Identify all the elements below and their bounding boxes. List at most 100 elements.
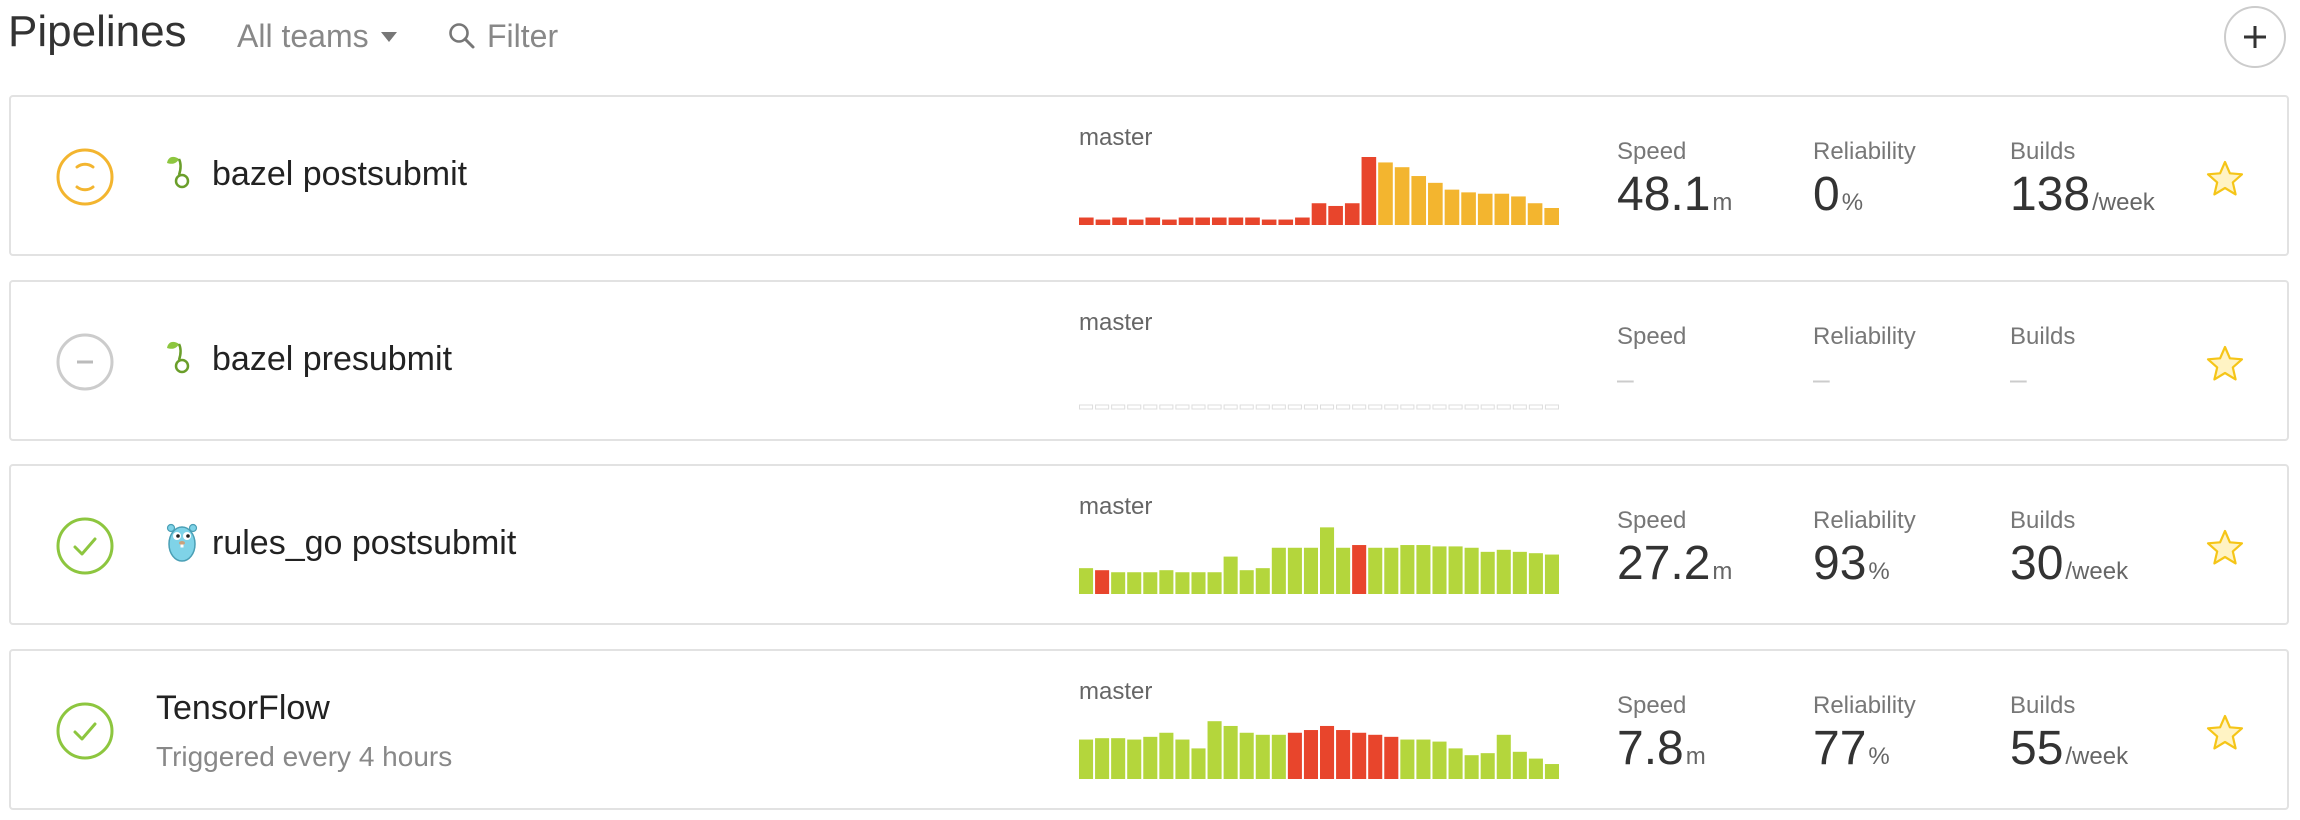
build-bar-empty[interactable] — [1175, 404, 1190, 410]
build-bar-failed[interactable] — [1384, 736, 1399, 779]
build-bar-passed[interactable] — [1528, 553, 1543, 594]
build-bar-running[interactable] — [1511, 196, 1526, 225]
build-bar-empty[interactable] — [1207, 404, 1222, 410]
filter-input[interactable]: Filter — [447, 16, 558, 56]
pipeline-row[interactable]: rules_go postsubmit master Speed 27.2m Re… — [9, 464, 2289, 625]
build-bar-failed[interactable] — [1320, 725, 1335, 779]
pipeline-row[interactable]: bazel postsubmit master Speed 48.1m Relia… — [9, 95, 2289, 256]
build-bar-passed[interactable] — [1175, 572, 1190, 594]
build-bar-failed[interactable] — [1195, 217, 1210, 225]
build-bar-empty[interactable] — [1127, 404, 1142, 410]
build-bar-passed[interactable] — [1079, 739, 1094, 779]
build-bar-empty[interactable] — [1320, 404, 1335, 410]
build-bar-passed[interactable] — [1255, 734, 1270, 779]
build-bar-passed[interactable] — [1207, 572, 1222, 594]
build-bar-passed[interactable] — [1159, 570, 1174, 594]
build-bar-passed[interactable] — [1464, 755, 1479, 779]
teams-dropdown[interactable]: All teams — [237, 16, 397, 56]
build-bar-failed[interactable] — [1303, 730, 1318, 779]
build-bar-passed[interactable] — [1095, 738, 1110, 779]
build-bar-empty[interactable] — [1432, 404, 1447, 410]
build-bar-empty[interactable] — [1496, 404, 1511, 410]
build-bar-passed[interactable] — [1127, 572, 1142, 594]
build-bar-empty[interactable] — [1512, 404, 1527, 410]
build-bar-passed[interactable] — [1303, 547, 1318, 594]
build-bar-failed[interactable] — [1245, 217, 1260, 225]
build-bar-passed[interactable] — [1400, 545, 1415, 594]
build-bar-passed[interactable] — [1384, 547, 1399, 594]
build-bar-failed[interactable] — [1295, 217, 1310, 225]
star-icon[interactable] — [2205, 159, 2245, 199]
build-bar-failed[interactable] — [1128, 219, 1144, 225]
build-bar-passed[interactable] — [1079, 568, 1094, 594]
build-bar-passed[interactable] — [1191, 748, 1206, 779]
build-bar-empty[interactable] — [1223, 404, 1238, 410]
build-bar-failed[interactable] — [1145, 217, 1161, 225]
build-bar-passed[interactable] — [1432, 741, 1447, 779]
build-bar-empty[interactable] — [1528, 404, 1543, 410]
build-bar-empty[interactable] — [1352, 404, 1367, 410]
build-bar-passed[interactable] — [1528, 758, 1543, 779]
star-icon[interactable] — [2205, 528, 2245, 568]
build-bar-passed[interactable] — [1496, 549, 1511, 594]
build-bar-passed[interactable] — [1432, 546, 1447, 594]
build-bar-failed[interactable] — [1261, 219, 1277, 225]
build-bar-passed[interactable] — [1480, 753, 1495, 779]
pipeline-name[interactable]: bazel postsubmit — [212, 152, 467, 196]
build-bar-running[interactable] — [1477, 193, 1493, 225]
build-bar-passed[interactable] — [1512, 751, 1527, 779]
build-bar-passed[interactable] — [1143, 736, 1158, 779]
pipeline-name[interactable]: TensorFlow — [156, 686, 330, 730]
build-bar-failed[interactable] — [1352, 732, 1367, 779]
build-bar-failed[interactable] — [1344, 203, 1360, 225]
build-bar-passed[interactable] — [1416, 545, 1431, 594]
build-bar-running[interactable] — [1527, 203, 1543, 225]
build-bar-passed[interactable] — [1111, 738, 1126, 779]
build-bar-failed[interactable] — [1352, 545, 1367, 594]
build-bar-passed[interactable] — [1223, 725, 1238, 779]
build-bar-passed[interactable] — [1544, 554, 1559, 594]
build-bar-passed[interactable] — [1496, 734, 1511, 779]
build-bar-passed[interactable] — [1271, 734, 1286, 779]
build-bar-empty[interactable] — [1544, 404, 1559, 410]
build-bar-failed[interactable] — [1328, 205, 1343, 225]
build-bar-failed[interactable] — [1095, 219, 1111, 225]
build-bar-failed[interactable] — [1368, 734, 1383, 779]
build-bar-failed[interactable] — [1228, 217, 1244, 225]
build-bar-failed[interactable] — [1178, 217, 1194, 225]
pipeline-row[interactable]: TensorFlow Triggered every 4 hours maste… — [9, 649, 2289, 810]
pipeline-name[interactable]: rules_go postsubmit — [212, 521, 516, 565]
star-icon[interactable] — [2205, 344, 2245, 384]
build-bar-empty[interactable] — [1336, 404, 1351, 410]
build-bar-empty[interactable] — [1464, 404, 1479, 410]
add-pipeline-button[interactable] — [2224, 6, 2286, 68]
build-bar-empty[interactable] — [1448, 404, 1463, 410]
star-icon[interactable] — [2205, 713, 2245, 753]
build-bar-passed[interactable] — [1287, 547, 1302, 594]
build-bar-empty[interactable] — [1271, 404, 1286, 410]
build-bar-empty[interactable] — [1239, 404, 1254, 410]
build-bar-passed[interactable] — [1255, 568, 1270, 594]
build-bar-empty[interactable] — [1079, 404, 1094, 410]
build-bar-failed[interactable] — [1162, 219, 1177, 225]
build-bar-passed[interactable] — [1207, 721, 1222, 779]
build-bar-passed[interactable] — [1400, 739, 1415, 779]
pipeline-name[interactable]: bazel presubmit — [212, 337, 452, 381]
build-bar-failed[interactable] — [1112, 217, 1127, 225]
build-bar-empty[interactable] — [1400, 404, 1415, 410]
build-bar-passed[interactable] — [1111, 572, 1126, 594]
build-bar-passed[interactable] — [1448, 546, 1463, 594]
build-bar-passed[interactable] — [1223, 556, 1238, 594]
build-bar-passed[interactable] — [1175, 739, 1190, 779]
build-bar-empty[interactable] — [1095, 404, 1110, 410]
build-bar-passed[interactable] — [1336, 547, 1351, 594]
build-bar-empty[interactable] — [1416, 404, 1431, 410]
build-bar-running[interactable] — [1544, 208, 1559, 225]
build-bar-failed[interactable] — [1311, 203, 1327, 225]
build-bar-failed[interactable] — [1278, 219, 1294, 225]
build-bar-passed[interactable] — [1143, 572, 1158, 594]
build-bar-passed[interactable] — [1480, 551, 1495, 594]
build-bar-empty[interactable] — [1480, 404, 1495, 410]
build-bar-empty[interactable] — [1384, 404, 1399, 410]
build-bar-passed[interactable] — [1464, 547, 1479, 594]
